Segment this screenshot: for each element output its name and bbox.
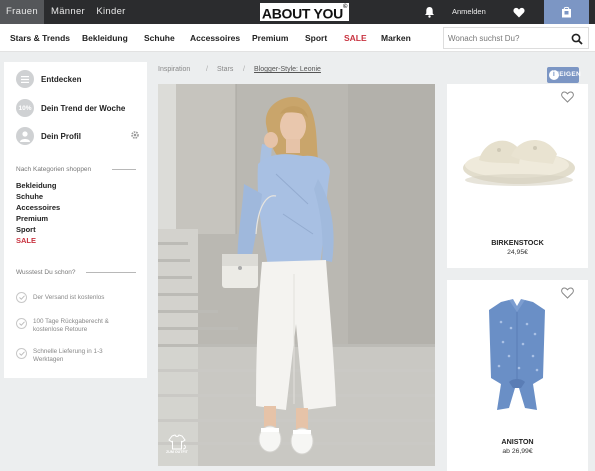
sidebar-item-label: Entdecken bbox=[41, 74, 82, 84]
fact-text: 100 Tage Rückgaberecht & kostenlose Reto… bbox=[33, 318, 109, 333]
tab-kinder[interactable]: Kinder bbox=[92, 0, 130, 24]
main-nav: Stars & Trends Bekleidung Schuhe Accesso… bbox=[0, 24, 595, 52]
blouse-image bbox=[489, 299, 545, 410]
list-icon bbox=[16, 70, 34, 88]
outfit-photo-image bbox=[158, 84, 435, 466]
sidebar-item-label: Dein Trend der Woche bbox=[41, 103, 126, 113]
wishlist-heart-icon[interactable] bbox=[561, 286, 574, 304]
breadcrumb-current: Blogger-Style: Leonie bbox=[254, 66, 321, 73]
login-link[interactable]: Anmelden bbox=[452, 0, 486, 24]
category-sport[interactable]: Sport bbox=[16, 225, 36, 234]
search-input[interactable] bbox=[448, 31, 566, 45]
nav-premium[interactable]: Premium bbox=[252, 24, 288, 52]
discount-badge: 10% bbox=[16, 99, 34, 117]
product-price: ab 26,99€ bbox=[502, 448, 533, 455]
category-accessoires[interactable]: Accessoires bbox=[16, 203, 60, 212]
search-icon[interactable] bbox=[571, 32, 583, 50]
sidebar: Entdecken 10% Dein Trend der Woche Dein … bbox=[4, 62, 147, 378]
logo[interactable]: ABOUT YOU© bbox=[260, 3, 349, 22]
facts-heading: Wusstest Du schon? bbox=[16, 269, 76, 276]
logo-text: ABOUT YOU bbox=[261, 5, 343, 22]
divider bbox=[112, 169, 136, 170]
check-icon bbox=[16, 318, 27, 329]
shirt-icon bbox=[168, 434, 186, 450]
fact-text: Schnelle Lieferung in 1-3 Werktagen bbox=[33, 348, 103, 363]
search-box bbox=[443, 27, 589, 49]
sidebar-item-label: Dein Profil bbox=[41, 131, 82, 141]
outfit-photo[interactable]: ZUM OUTFIT bbox=[158, 84, 435, 466]
category-heading: Nach Kategorien shoppen bbox=[16, 166, 92, 173]
nav-marken[interactable]: Marken bbox=[381, 24, 411, 52]
sandal-image bbox=[463, 139, 575, 186]
logo-mark: © bbox=[342, 4, 348, 10]
breadcrumb-separator: / bbox=[206, 66, 208, 73]
check-icon bbox=[16, 292, 27, 303]
product-card[interactable]: ANISTON ab 26,99€ bbox=[447, 280, 588, 471]
user-icon bbox=[16, 127, 34, 145]
fact-item: 100 Tage Rückgaberecht & kostenlose Reto… bbox=[16, 318, 129, 334]
tab-frauen[interactable]: Frauen bbox=[0, 0, 44, 24]
product-card[interactable]: BIRKENSTOCK 24,95€ bbox=[447, 84, 588, 268]
nav-stars-trends[interactable]: Stars & Trends bbox=[10, 24, 70, 52]
product-brand: BIRKENSTOCK bbox=[491, 238, 544, 247]
breadcrumb-separator: / bbox=[243, 66, 245, 73]
shopping-bag-button[interactable] bbox=[544, 0, 589, 24]
info-icon: i bbox=[549, 70, 559, 80]
outfit-badge-label: ZUM OUTFIT bbox=[166, 450, 188, 454]
tab-maenner[interactable]: Männer bbox=[48, 0, 88, 24]
bell-icon[interactable] bbox=[418, 0, 440, 24]
sidebar-item-profil[interactable]: Dein Profil bbox=[16, 127, 140, 145]
nav-sale[interactable]: SALE bbox=[344, 24, 367, 52]
category-bekleidung[interactable]: Bekleidung bbox=[16, 181, 56, 190]
outfit-button[interactable]: ZUM OUTFIT bbox=[164, 434, 190, 460]
fact-item: Der Versand ist kostenlos bbox=[16, 292, 133, 303]
check-icon bbox=[16, 348, 27, 359]
category-schuhe[interactable]: Schuhe bbox=[16, 192, 43, 201]
breadcrumb-stars[interactable]: Stars bbox=[217, 66, 233, 73]
fact-text: Der Versand ist kostenlos bbox=[33, 294, 105, 301]
show-products-button[interactable]: i ZEIGEN bbox=[547, 67, 581, 83]
category-sale[interactable]: SALE bbox=[16, 236, 36, 245]
product-brand: ANISTON bbox=[501, 437, 534, 446]
sidebar-item-trend[interactable]: 10% Dein Trend der Woche bbox=[16, 99, 125, 117]
shopping-bag-icon bbox=[562, 6, 571, 18]
nav-accessoires[interactable]: Accessoires bbox=[190, 24, 240, 52]
gear-icon[interactable] bbox=[130, 130, 140, 142]
category-premium[interactable]: Premium bbox=[16, 214, 48, 223]
heart-icon[interactable] bbox=[508, 0, 530, 24]
breadcrumb-inspiration[interactable]: Inspiration bbox=[158, 66, 190, 73]
wishlist-heart-icon[interactable] bbox=[561, 90, 574, 108]
product-price: 24,95€ bbox=[507, 249, 528, 256]
divider bbox=[86, 272, 136, 273]
sidebar-item-entdecken[interactable]: Entdecken bbox=[16, 70, 81, 88]
fact-item: Schnelle Lieferung in 1-3 Werktagen bbox=[16, 348, 129, 364]
nav-schuhe[interactable]: Schuhe bbox=[144, 24, 175, 52]
top-bar: Frauen Männer Kinder ABOUT YOU© Anmelden bbox=[0, 0, 595, 24]
nav-sport[interactable]: Sport bbox=[305, 24, 327, 52]
nav-bekleidung[interactable]: Bekleidung bbox=[82, 24, 128, 52]
